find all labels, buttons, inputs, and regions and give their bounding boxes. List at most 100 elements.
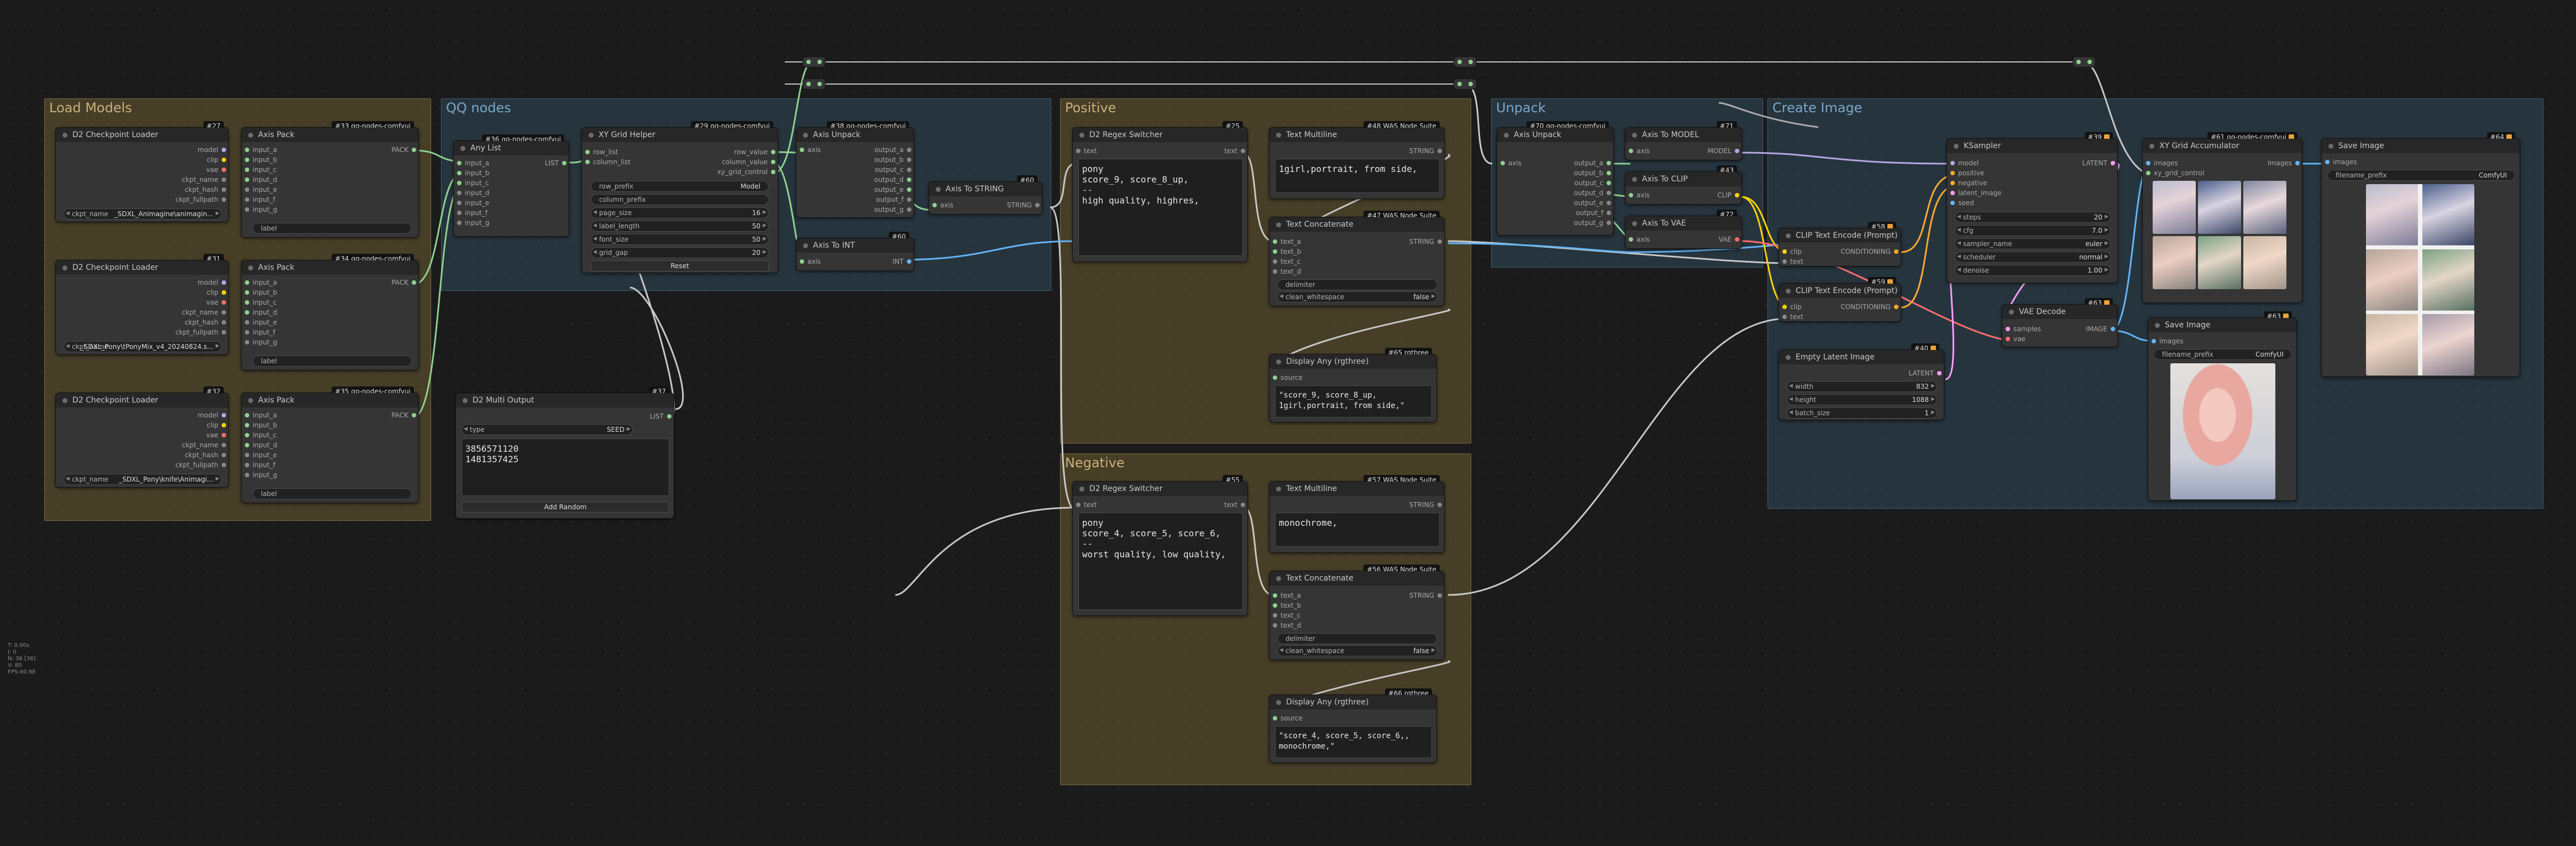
collapse-dot-icon[interactable] bbox=[62, 133, 67, 138]
axis-to-int-node[interactable]: #60 Axis To INT axis INT bbox=[796, 232, 914, 271]
collapse-dot-icon[interactable] bbox=[1079, 487, 1084, 492]
collapse-dot-icon[interactable] bbox=[2328, 144, 2333, 149]
collapse-dot-icon[interactable] bbox=[1786, 289, 1791, 294]
node-title[interactable]: Axis Pack bbox=[242, 260, 418, 275]
input-text-a[interactable]: text_a bbox=[1273, 592, 1301, 599]
regex-switcher-node[interactable]: #55 D2 Regex Switcher text text pony sco… bbox=[1072, 475, 1248, 616]
output-vae[interactable]: vae bbox=[206, 299, 226, 306]
display-any-node[interactable]: #65 rgthree Display Any (rgthree) source… bbox=[1269, 348, 1437, 422]
input-c[interactable]: input_c bbox=[457, 180, 489, 186]
node-title[interactable]: VAE Decode bbox=[2002, 305, 2117, 319]
input-text[interactable]: text bbox=[1782, 258, 1803, 265]
axis-to-model-node[interactable]: #71 Axis To MODEL axis MODEL bbox=[1625, 121, 1742, 160]
output-d[interactable]: output_d bbox=[1574, 190, 1612, 196]
reroute-node[interactable] bbox=[2073, 56, 2096, 67]
input-text[interactable]: text bbox=[1076, 148, 1097, 154]
output-b[interactable]: output_b bbox=[1574, 170, 1612, 176]
output-images[interactable]: Images bbox=[2268, 160, 2300, 166]
collapse-dot-icon[interactable] bbox=[248, 398, 253, 403]
node-title[interactable]: D2 Regex Switcher bbox=[1073, 482, 1247, 496]
input-d[interactable]: input_d bbox=[457, 190, 489, 196]
output-latent[interactable]: LATENT bbox=[2082, 160, 2116, 166]
axis-pack-node[interactable]: #35 qq-nodes-comfyui Axis Pack input_a i… bbox=[241, 387, 419, 503]
output-model[interactable]: model bbox=[198, 412, 227, 419]
output-a[interactable]: output_a bbox=[874, 147, 911, 153]
reset-button[interactable]: Reset bbox=[591, 260, 769, 271]
node-title[interactable]: Axis To STRING bbox=[929, 182, 1042, 196]
input-b[interactable]: input_b bbox=[457, 170, 489, 176]
axis-unpack-node[interactable]: #70 qq-nodes-comfyui Axis Unpack axis ou… bbox=[1497, 121, 1614, 236]
denoise-stepper[interactable]: denoise1.00 bbox=[1955, 265, 2111, 276]
input-b[interactable]: input_b bbox=[245, 156, 277, 163]
collapse-dot-icon[interactable] bbox=[589, 133, 594, 138]
output-pack[interactable]: PACK bbox=[391, 279, 416, 286]
collapse-dot-icon[interactable] bbox=[1786, 355, 1791, 360]
output-string[interactable]: STRING bbox=[1409, 148, 1442, 154]
node-title[interactable]: XY Grid Helper bbox=[582, 128, 778, 142]
clip-text-encode-node[interactable]: #59 CLIP Text Encode (Prompt) clip text … bbox=[1778, 277, 1901, 322]
output-model[interactable]: model bbox=[198, 279, 227, 286]
collapse-dot-icon[interactable] bbox=[1276, 576, 1281, 581]
output-pack[interactable]: PACK bbox=[391, 147, 416, 153]
output-string[interactable]: STRING bbox=[1409, 238, 1442, 245]
input-e[interactable]: input_e bbox=[245, 452, 277, 458]
input-xy-grid-control[interactable]: xy_grid_control bbox=[2146, 170, 2204, 176]
clean-whitespace-toggle[interactable]: clean_whitespacefalse bbox=[1277, 291, 1437, 302]
add-random-button[interactable]: Add Random bbox=[461, 502, 669, 513]
checkpoint-loader-node[interactable]: #32 D2 Checkpoint Loader model clip vae … bbox=[55, 387, 229, 488]
node-title[interactable]: Save Image bbox=[2148, 318, 2296, 332]
output-text[interactable]: text bbox=[1224, 148, 1245, 154]
output-ckpt-hash[interactable]: ckpt_hash bbox=[185, 319, 226, 326]
any-list-node[interactable]: #36 qq-nodes-comfyui Any List input_a in… bbox=[453, 134, 569, 237]
node-title[interactable]: D2 Multi Output bbox=[456, 393, 674, 408]
multiline-textarea[interactable]: monochrome, bbox=[1275, 513, 1440, 547]
node-title[interactable]: Display Any (rgthree) bbox=[1269, 354, 1436, 369]
input-row-list[interactable]: row_list bbox=[585, 149, 618, 155]
input-f[interactable]: input_f bbox=[245, 462, 275, 468]
input-text-d[interactable]: text_d bbox=[1273, 268, 1301, 275]
output-ckpt-hash[interactable]: ckpt_hash bbox=[185, 452, 226, 458]
node-title[interactable]: D2 Checkpoint Loader bbox=[56, 128, 228, 142]
output-c[interactable]: output_c bbox=[875, 166, 912, 173]
display-any-node[interactable]: #66 rgthree Display Any (rgthree) source… bbox=[1269, 688, 1437, 763]
collapse-dot-icon[interactable] bbox=[248, 265, 253, 270]
collapse-dot-icon[interactable] bbox=[1276, 359, 1281, 364]
output-clip[interactable]: CLIP bbox=[1717, 192, 1739, 199]
output-vae[interactable]: VAE bbox=[1719, 236, 1740, 243]
collapse-dot-icon[interactable] bbox=[62, 265, 67, 270]
node-title[interactable]: Save Image bbox=[2322, 139, 2520, 153]
output-vae[interactable]: vae bbox=[206, 432, 226, 438]
node-title[interactable]: Any List bbox=[454, 141, 569, 155]
collapse-dot-icon[interactable] bbox=[1276, 133, 1281, 138]
output-ckpt-name[interactable]: ckpt_name bbox=[182, 309, 226, 316]
reroute-node[interactable] bbox=[802, 56, 826, 67]
grid-preview-image[interactable] bbox=[2243, 236, 2286, 289]
save-image-node[interactable]: #63 Save Image images filename_prefix Com… bbox=[2148, 311, 2297, 501]
input-g[interactable]: input_g bbox=[245, 472, 277, 478]
output-clip[interactable]: clip bbox=[207, 422, 226, 429]
node-title[interactable]: Text Concatenate bbox=[1269, 571, 1444, 586]
output-e[interactable]: output_e bbox=[874, 186, 911, 193]
axis-to-string-node[interactable]: #60 Axis To STRING axis STRING bbox=[928, 175, 1042, 215]
collapse-dot-icon[interactable] bbox=[936, 187, 941, 192]
text-concatenate-node[interactable]: #56 WAS Node Suite Text Concatenate text… bbox=[1269, 565, 1445, 660]
input-b[interactable]: input_b bbox=[245, 289, 277, 296]
input-text-d[interactable]: text_d bbox=[1273, 622, 1301, 629]
input-g[interactable]: input_g bbox=[245, 339, 277, 346]
input-g[interactable]: input_g bbox=[457, 220, 489, 226]
label-field[interactable]: label bbox=[253, 223, 412, 234]
output-e[interactable]: output_e bbox=[1574, 200, 1611, 206]
output-f[interactable]: output_f bbox=[1576, 210, 1611, 216]
text-multiline-node[interactable]: #48 WAS Node Suite Text Multiline STRING… bbox=[1269, 121, 1445, 199]
reroute-node[interactable] bbox=[1454, 79, 1477, 90]
output-string[interactable]: STRING bbox=[1409, 502, 1442, 508]
text-multiline-node[interactable]: #57 WAS Node Suite Text Multiline STRING… bbox=[1269, 475, 1445, 553]
input-f[interactable]: input_f bbox=[457, 210, 487, 216]
label-field[interactable]: label bbox=[253, 356, 412, 367]
input-images[interactable]: images bbox=[2152, 338, 2184, 344]
output-pack[interactable]: PACK bbox=[391, 412, 416, 419]
node-title[interactable]: D2 Checkpoint Loader bbox=[56, 260, 228, 275]
input-column-list[interactable]: column_list bbox=[585, 159, 631, 165]
output-ckpt-fullpath[interactable]: ckpt_fullpath bbox=[175, 462, 226, 468]
node-title[interactable]: Text Multiline bbox=[1269, 482, 1444, 496]
